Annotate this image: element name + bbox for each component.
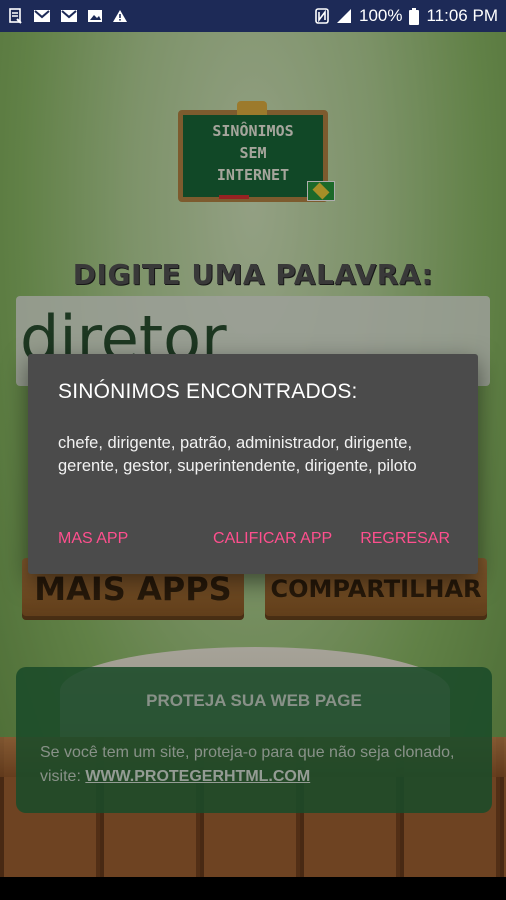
system-status: 100% 11:06 PM: [315, 6, 498, 26]
navigation-bar: [0, 877, 506, 900]
dialog-title: SINÓNIMOS ENCONTRADOS:: [58, 380, 358, 403]
nfc-icon: [315, 8, 329, 24]
return-button[interactable]: REGRESAR: [360, 530, 450, 548]
dialog-message: chefe, dirigente, patrão, administrador,…: [58, 434, 417, 475]
notification-icons: [8, 8, 128, 24]
battery-percent: 100%: [359, 6, 403, 25]
document-scan-icon: [9, 8, 22, 24]
dialog-actions: MAS APP CALIFICAR APP REGRESAR: [58, 530, 450, 548]
more-app-button[interactable]: MAS APP: [58, 530, 128, 548]
status-bar: 100% 11:06 PM: [0, 0, 506, 32]
gmail-icon: [61, 10, 77, 22]
clock: 11:06 PM: [426, 6, 498, 25]
signal-icon: [337, 9, 351, 23]
synonyms-dialog: SINÓNIMOS ENCONTRADOS: chefe, dirigente,…: [28, 354, 478, 574]
photo-icon: [88, 10, 102, 22]
battery-icon: [409, 7, 420, 25]
rate-app-button[interactable]: CALIFICAR APP: [213, 530, 332, 548]
warning-icon: [113, 10, 127, 22]
gmail-icon: [34, 10, 50, 22]
